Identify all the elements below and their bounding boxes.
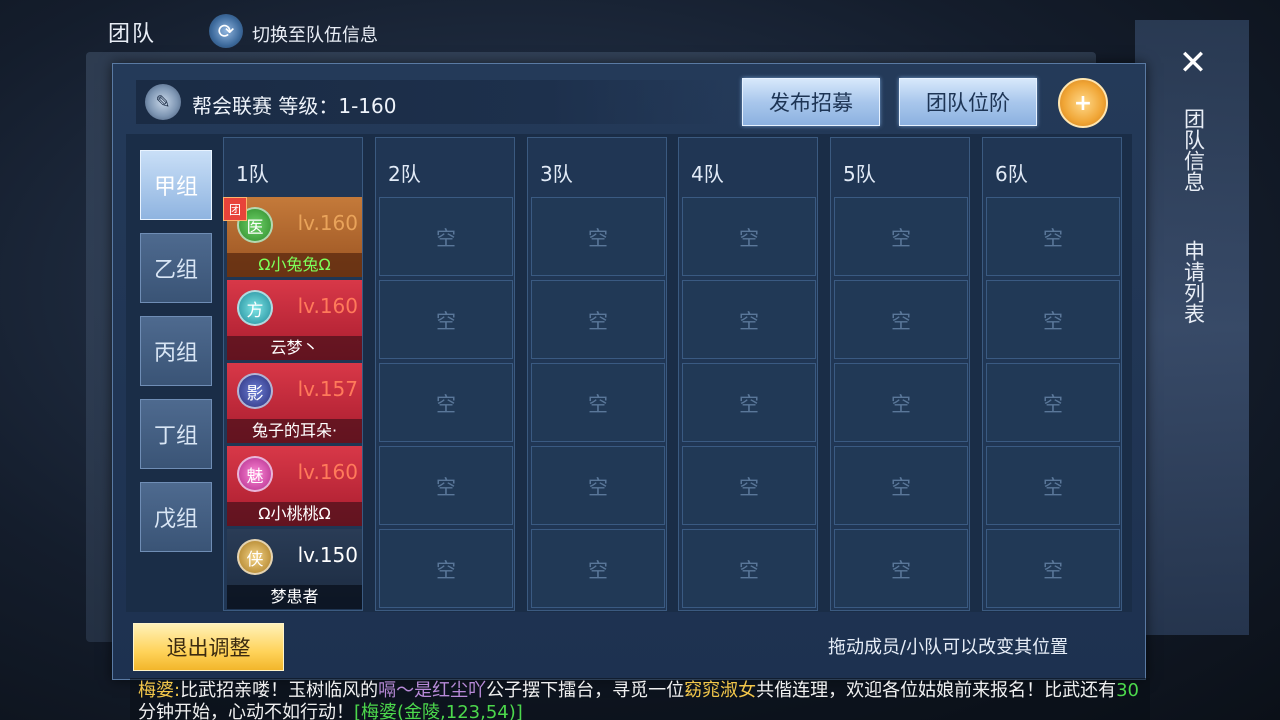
page-title: 团队 xyxy=(108,22,157,47)
class-icon: 方 xyxy=(237,290,273,326)
group-tab[interactable]: 乙组 xyxy=(140,233,212,303)
empty-slot[interactable]: 空 xyxy=(986,529,1120,608)
league-icon: ✎ xyxy=(145,84,181,120)
member-name: Ω小桃桃Ω xyxy=(227,502,362,526)
member-level: lv.150 xyxy=(297,543,358,567)
empty-slot[interactable]: 空 xyxy=(682,529,816,608)
team-name: 5队 xyxy=(843,162,876,186)
group-tab[interactable]: 丁组 xyxy=(140,399,212,469)
member-name: 云梦丶 xyxy=(227,336,362,360)
class-icon: 侠 xyxy=(237,539,273,575)
chat-text: 共偕连理，欢迎各位姑娘前来报名！比武还有 xyxy=(756,680,1117,701)
chat-minutes: 30 xyxy=(1116,680,1139,701)
team-name: 4队 xyxy=(691,162,724,186)
member-level: lv.160 xyxy=(297,460,358,484)
chat-player-link[interactable]: 嗝～是红尘吖 xyxy=(378,680,486,701)
team-column[interactable]: 6队空空空空空 xyxy=(982,137,1122,611)
empty-slot[interactable]: 空 xyxy=(986,197,1120,276)
member-card[interactable]: 影 lv.157 兔子的耳朵· xyxy=(227,363,362,443)
chat-speaker: 梅婆: xyxy=(138,680,181,701)
member-name: Ω小兔兔Ω xyxy=(227,253,362,277)
team-column[interactable]: 1队医 lv.160 Ω小兔兔Ω 团方 lv.160 云梦丶影 lv.157 兔子的耳朵· 魅 l… xyxy=(223,137,363,611)
member-level: lv.160 xyxy=(297,294,358,318)
empty-slot[interactable]: 空 xyxy=(986,280,1120,359)
empty-slot[interactable]: 空 xyxy=(682,280,816,359)
team-column[interactable]: 5队空空空空空 xyxy=(830,137,970,611)
publish-recruit-button[interactable]: 发布招募 xyxy=(742,78,880,126)
empty-slot[interactable]: 空 xyxy=(379,197,513,276)
drag-hint: 拖动成员/小队可以改变其位置 xyxy=(828,637,1069,658)
group-tab[interactable]: 甲组 xyxy=(140,150,212,220)
chat-text: 公子摆下擂台，寻觅一位 xyxy=(486,680,685,701)
empty-slot[interactable]: 空 xyxy=(531,280,665,359)
member-name: 梦患者 xyxy=(227,585,362,609)
chat-text: 比武招亲喽！玉树临风的 xyxy=(180,680,379,701)
empty-slot[interactable]: 空 xyxy=(834,529,968,608)
empty-slot[interactable]: 空 xyxy=(379,280,513,359)
empty-slot[interactable]: 空 xyxy=(379,446,513,525)
empty-slot[interactable]: 空 xyxy=(682,363,816,442)
team-column[interactable]: 2队空空空空空 xyxy=(375,137,515,611)
exit-adjust-button[interactable]: 退出调整 xyxy=(133,623,284,671)
close-icon[interactable]: ✕ xyxy=(1174,43,1212,83)
tab-apply-list-label: 申请列表 xyxy=(1181,240,1206,324)
refresh-icon[interactable]: ⟳ xyxy=(209,14,243,48)
team-name: 2队 xyxy=(388,162,421,186)
chat-highlight: 窈窕淑女 xyxy=(684,680,757,701)
empty-slot[interactable]: 空 xyxy=(379,363,513,442)
empty-slot[interactable]: 空 xyxy=(682,446,816,525)
member-name: 兔子的耳朵· xyxy=(227,419,362,443)
empty-slot[interactable]: 空 xyxy=(531,529,665,608)
team-name: 3队 xyxy=(540,162,573,186)
member-level: lv.157 xyxy=(297,377,358,401)
empty-slot[interactable]: 空 xyxy=(834,280,968,359)
switch-to-party-link[interactable]: 切换至队伍信息 xyxy=(252,21,378,47)
team-column[interactable]: 4队空空空空空 xyxy=(678,137,818,611)
add-member-icon[interactable]: + xyxy=(1058,78,1108,128)
empty-slot[interactable]: 空 xyxy=(986,446,1120,525)
team-rank-button[interactable]: 团队位阶 xyxy=(899,78,1037,126)
team-name: 1队 xyxy=(236,162,269,186)
team-column[interactable]: 3队空空空空空 xyxy=(527,137,667,611)
empty-slot[interactable]: 空 xyxy=(531,197,665,276)
tab-team-info[interactable]: 团队信息 xyxy=(1176,108,1210,192)
leader-flag-icon: 团 xyxy=(223,197,247,221)
member-card[interactable]: 侠 lv.150 梦患者 xyxy=(227,529,362,609)
empty-slot[interactable]: 空 xyxy=(834,446,968,525)
chat-location-link[interactable]: [梅婆(金陵,123,54)] xyxy=(354,702,523,720)
league-title: 帮会联赛 等级：1-160 xyxy=(192,94,397,118)
team-name: 6队 xyxy=(995,162,1028,186)
empty-slot[interactable]: 空 xyxy=(834,363,968,442)
empty-slot[interactable]: 空 xyxy=(834,197,968,276)
class-icon: 影 xyxy=(237,373,273,409)
chat-text: 分钟开始，心动不如行动！ xyxy=(138,702,354,720)
empty-slot[interactable]: 空 xyxy=(682,197,816,276)
tab-team-info-label: 团队信息 xyxy=(1181,108,1206,192)
class-icon: 魅 xyxy=(237,456,273,492)
member-level: lv.160 xyxy=(297,211,358,235)
member-card[interactable]: 医 lv.160 Ω小兔兔Ω 团 xyxy=(223,197,362,277)
chat-message: 梅婆:比武招亲喽！玉树临风的嗝～是红尘吖公子摆下擂台，寻觅一位窈窕淑女共偕连理，… xyxy=(130,678,1150,720)
tab-apply-list[interactable]: 申请列表 xyxy=(1176,240,1210,324)
empty-slot[interactable]: 空 xyxy=(531,446,665,525)
empty-slot[interactable]: 空 xyxy=(379,529,513,608)
member-card[interactable]: 魅 lv.160 Ω小桃桃Ω xyxy=(227,446,362,526)
group-tab[interactable]: 丙组 xyxy=(140,316,212,386)
member-card[interactable]: 方 lv.160 云梦丶 xyxy=(227,280,362,360)
empty-slot[interactable]: 空 xyxy=(531,363,665,442)
empty-slot[interactable]: 空 xyxy=(986,363,1120,442)
group-tab[interactable]: 戊组 xyxy=(140,482,212,552)
